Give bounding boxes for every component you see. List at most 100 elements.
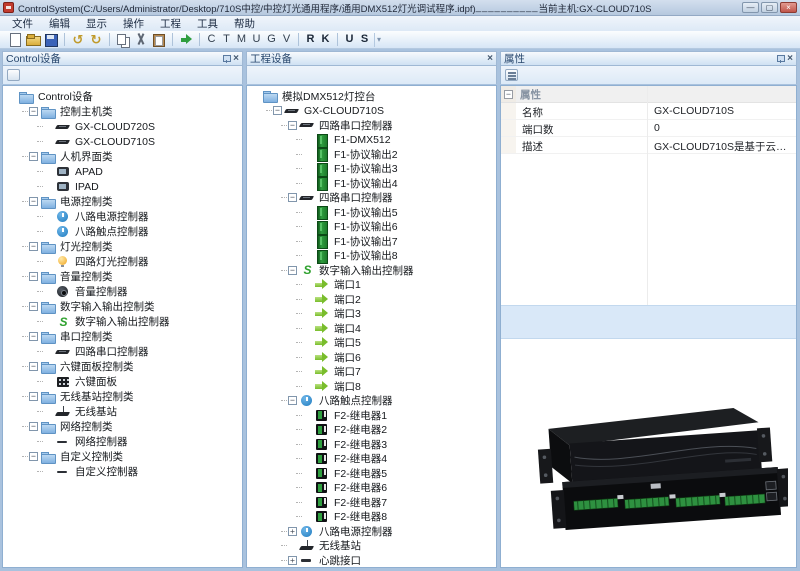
collapse-icon[interactable]: − bbox=[288, 396, 297, 406]
toolbar-letter-m-0[interactable]: M bbox=[234, 32, 249, 47]
toolbar-letter-u-0[interactable]: U bbox=[249, 32, 264, 47]
menu-item-2[interactable]: 显示 bbox=[78, 15, 115, 32]
tree-item[interactable]: F2-继电器5 bbox=[247, 466, 496, 481]
tree-item[interactable]: F1-协议输出8 bbox=[247, 249, 496, 264]
menu-item-1[interactable]: 编辑 bbox=[41, 15, 78, 32]
open-button[interactable] bbox=[24, 32, 42, 48]
collapse-icon[interactable]: − bbox=[29, 302, 38, 311]
tree-item[interactable]: 网络控制器 bbox=[3, 434, 242, 449]
tree-item[interactable]: F2-继电器4 bbox=[247, 452, 496, 467]
tree-item[interactable]: 四路灯光控制器 bbox=[3, 254, 242, 269]
tree-item[interactable]: 无线基站 bbox=[247, 539, 496, 554]
run-button[interactable] bbox=[177, 32, 195, 48]
tree-item[interactable]: − 音量控制类 bbox=[3, 269, 242, 284]
toolbar-letter-u-2[interactable]: U bbox=[342, 32, 357, 47]
collapse-icon[interactable]: − bbox=[29, 422, 38, 431]
menu-item-4[interactable]: 工程 bbox=[152, 15, 189, 32]
collapse-icon[interactable]: − bbox=[273, 106, 282, 116]
property-value[interactable]: GX-CLOUD710S是基于云端网络通讯... bbox=[647, 137, 796, 153]
collapse-icon[interactable]: − bbox=[29, 272, 38, 281]
tree-item[interactable]: − 人机界面类 bbox=[3, 149, 242, 164]
toolbar-letter-r-1[interactable]: R bbox=[303, 32, 318, 47]
tree-item[interactable]: F1-协议输出3 bbox=[247, 162, 496, 177]
tree-item[interactable]: − 数字输入输出控制类 bbox=[3, 299, 242, 314]
tree-item[interactable]: + 八路电源控制器 bbox=[247, 524, 496, 539]
tree-item[interactable]: − 灯光控制类 bbox=[3, 239, 242, 254]
tree-item[interactable]: APAD bbox=[3, 164, 242, 179]
property-group-row[interactable]: − 属性 bbox=[501, 86, 796, 103]
collapse-icon[interactable]: − bbox=[29, 392, 38, 401]
property-row-port-count[interactable]: 端口数 0 bbox=[501, 120, 796, 137]
tree-item[interactable]: 端口8 bbox=[247, 379, 496, 394]
tree-item[interactable]: + 心跳接口 bbox=[247, 553, 496, 567]
tree-item[interactable]: 模拟DMX512灯控台 bbox=[247, 89, 496, 104]
toolbar-letter-s-2[interactable]: S bbox=[357, 32, 372, 47]
collapse-icon[interactable]: − bbox=[288, 121, 297, 130]
collapse-icon[interactable]: − bbox=[288, 193, 297, 203]
toolbar-overflow-icon[interactable]: ▾ bbox=[374, 32, 383, 47]
tree-item[interactable]: F2-继电器7 bbox=[247, 495, 496, 510]
collapse-icon[interactable]: − bbox=[29, 107, 38, 116]
property-grid-column-divider[interactable] bbox=[647, 86, 648, 305]
cut-button[interactable] bbox=[132, 32, 150, 48]
property-value[interactable]: 0 bbox=[647, 120, 796, 136]
tree-item[interactable]: F1-协议输出7 bbox=[247, 234, 496, 250]
collapse-icon[interactable]: − bbox=[29, 332, 38, 341]
tree-item[interactable]: 六键面板 bbox=[3, 374, 242, 389]
tree-item[interactable]: GX-CLOUD710S bbox=[3, 134, 242, 149]
tree-item[interactable]: 端口4 bbox=[247, 321, 496, 336]
tree-item[interactable]: F1-协议输出6 bbox=[247, 220, 496, 235]
property-value[interactable]: GX-CLOUD710S bbox=[647, 103, 796, 119]
redo-button[interactable]: ↻ bbox=[87, 32, 105, 48]
pin-icon[interactable] bbox=[223, 54, 232, 63]
close-icon[interactable]: × bbox=[787, 53, 793, 64]
tree-item[interactable]: F2-继电器1 bbox=[247, 408, 496, 423]
tree-item[interactable]: 八路电源控制器 bbox=[3, 209, 242, 224]
expand-icon[interactable]: + bbox=[288, 556, 297, 565]
menu-item-5[interactable]: 工具 bbox=[189, 15, 226, 32]
save-button[interactable] bbox=[42, 32, 60, 48]
toolbar-letter-v-0[interactable]: V bbox=[279, 32, 294, 47]
categorize-icon[interactable] bbox=[505, 69, 518, 81]
tree-item[interactable]: − 四路串口控制器 bbox=[247, 118, 496, 133]
tree-item[interactable]: 端口3 bbox=[247, 307, 496, 322]
tree-item[interactable]: F2-继电器8 bbox=[247, 510, 496, 525]
collapse-icon[interactable]: − bbox=[29, 362, 38, 371]
tree-item[interactable]: 端口6 bbox=[247, 350, 496, 365]
tree-item[interactable]: − 六键面板控制类 bbox=[3, 359, 242, 374]
tree-item[interactable]: − 四路串口控制器 bbox=[247, 191, 496, 206]
menu-item-6[interactable]: 帮助 bbox=[226, 15, 263, 32]
tree-item[interactable]: 端口2 bbox=[247, 292, 496, 307]
new-document-button[interactable] bbox=[6, 32, 24, 48]
toolbar-letter-k-1[interactable]: K bbox=[318, 32, 333, 47]
tree-item[interactable]: 端口7 bbox=[247, 365, 496, 380]
toolbar-letter-c-0[interactable]: C bbox=[204, 32, 219, 47]
tree-item[interactable]: S 数字输入输出控制器 bbox=[3, 314, 242, 329]
paste-button[interactable] bbox=[150, 32, 168, 48]
toolbar-letter-t-0[interactable]: T bbox=[219, 32, 234, 47]
collapse-icon[interactable]: − bbox=[29, 452, 38, 461]
property-row-name[interactable]: 名称 GX-CLOUD710S bbox=[501, 103, 796, 120]
menu-item-0[interactable]: 文件 bbox=[4, 15, 41, 32]
toolbar-letter-g-0[interactable]: G bbox=[264, 32, 279, 47]
tree-item[interactable]: F1-协议输出4 bbox=[247, 176, 496, 192]
collapse-icon[interactable]: − bbox=[29, 242, 38, 251]
undo-button[interactable]: ↺ bbox=[69, 32, 87, 48]
tree-item[interactable]: − 串口控制类 bbox=[3, 329, 242, 344]
tree-item[interactable]: − 控制主机类 bbox=[3, 104, 242, 119]
tree-item[interactable]: F1-协议输出5 bbox=[247, 205, 496, 221]
tree-item[interactable]: IPAD bbox=[3, 179, 242, 194]
collapse-icon[interactable]: − bbox=[29, 197, 38, 206]
tree-item[interactable]: − 网络控制类 bbox=[3, 419, 242, 434]
tree-item[interactable]: F2-继电器3 bbox=[247, 437, 496, 452]
tree-item[interactable]: F1-DMX512 bbox=[247, 133, 496, 148]
tree-item[interactable]: − 无线基站控制类 bbox=[3, 389, 242, 404]
property-row-description[interactable]: 描述 GX-CLOUD710S是基于云端网络通讯... bbox=[501, 137, 796, 154]
panel-header-properties[interactable]: 属性 × bbox=[500, 51, 797, 66]
tree-item[interactable]: 端口1 bbox=[247, 278, 496, 293]
collapse-icon[interactable]: − bbox=[29, 152, 38, 161]
panel-header-control-devices[interactable]: Control设备 × bbox=[2, 51, 243, 66]
tree-item[interactable]: − GX-CLOUD710S bbox=[247, 104, 496, 119]
pin-icon[interactable] bbox=[777, 54, 786, 63]
maximize-button[interactable]: ▢ bbox=[761, 2, 778, 13]
